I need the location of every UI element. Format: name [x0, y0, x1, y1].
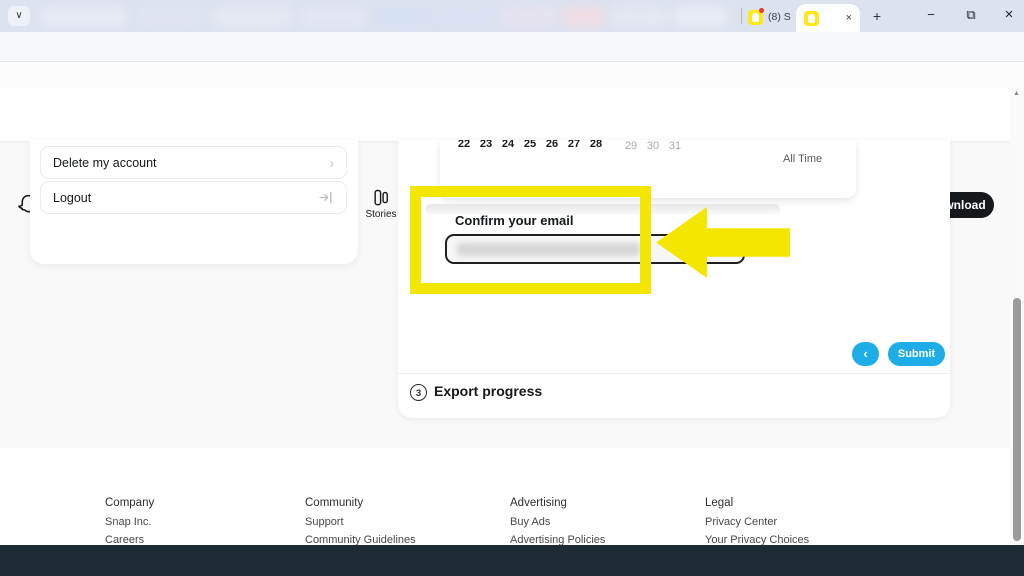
footer-link[interactable]: Snap Inc. [105, 516, 154, 528]
calendar-day[interactable]: 28 [585, 140, 607, 150]
calendar-day[interactable]: 26 [541, 140, 563, 150]
delete-account-item[interactable]: Delete my account › [40, 146, 347, 179]
delete-account-label: Delete my account [53, 155, 157, 170]
browser-toolbar: ← → ↻ accounts.snapchat.com/v2/download-… [0, 32, 1024, 90]
blurred-tab[interactable] [440, 7, 494, 27]
browser-tabstrip: ∨ (8) S × + − ⧉ × [0, 0, 1024, 32]
section-divider [398, 373, 950, 374]
tab-active-snapchat[interactable]: × [796, 4, 860, 32]
tab-title: (8) S [768, 11, 791, 23]
plus-icon: + [872, 8, 882, 24]
footer-column-legal: Legal Privacy Center Your Privacy Choice… [705, 497, 809, 552]
footer-column-company: Company Snap Inc. Careers [105, 497, 154, 552]
minimize-icon: − [927, 7, 935, 22]
calendar-day[interactable]: 27 [563, 140, 585, 150]
blurred-tab[interactable] [610, 7, 668, 27]
close-tab-icon[interactable]: × [846, 12, 852, 24]
page-scrollbar: ▲ [1010, 88, 1024, 545]
blurred-tab[interactable] [213, 7, 293, 27]
blurred-tab[interactable] [500, 7, 558, 27]
snapchat-favicon [804, 10, 819, 26]
notification-dot [759, 7, 764, 13]
footer-heading: Legal [705, 497, 734, 509]
scrollbar-thumb[interactable] [1013, 298, 1021, 541]
blurred-tab[interactable] [134, 7, 204, 27]
close-icon: × [1004, 6, 1014, 23]
logout-label: Logout [53, 190, 92, 205]
logout-item[interactable]: Logout [40, 181, 347, 214]
footer-link[interactable]: Support [305, 516, 416, 528]
windows-taskbar: 4 ∧ ENG 05:02 PM 18-03-2026 [0, 545, 1024, 576]
calendar-day[interactable]: 23 [475, 140, 497, 150]
restore-icon: ⧉ [966, 7, 976, 22]
site-header: Stories Spotlight NEW Chat Lenses [0, 88, 1024, 220]
footer-heading: Advertising [510, 497, 567, 509]
calendar-day[interactable]: 24 [497, 140, 519, 150]
blurred-tab[interactable] [375, 7, 433, 27]
window-restore-button[interactable]: ⧉ [952, 0, 990, 30]
chevron-down-icon: ∨ [15, 10, 23, 21]
blurred-tab[interactable] [673, 7, 728, 27]
chevron-left-icon: ‹ [863, 346, 868, 361]
new-tab-button[interactable]: + [866, 5, 888, 27]
step-number-badge: 3 [410, 384, 427, 401]
tab-divider [741, 8, 742, 24]
calendar-day[interactable]: 31 [664, 140, 686, 152]
tab-search-button[interactable]: ∨ [8, 6, 30, 26]
export-progress-header[interactable]: Export progress [434, 383, 542, 399]
calendar-day[interactable]: 29 [620, 140, 642, 152]
footer-link[interactable]: Buy Ads [510, 516, 605, 528]
calendar-days-muted: 29 30 31 [620, 140, 686, 152]
footer-column-community: Community Support Community Guidelines [305, 497, 416, 552]
calendar-days-active: 22 23 24 25 26 27 28 [453, 140, 607, 150]
screen: ∨ (8) S × + − ⧉ × ← → ↻ [0, 0, 1024, 576]
snapchat-favicon [748, 7, 764, 25]
scroll-up-icon[interactable]: ▲ [1013, 90, 1020, 97]
chevron-right-icon: › [329, 154, 334, 171]
calendar-day[interactable]: 25 [519, 140, 541, 150]
stories-icon [374, 189, 388, 206]
annotation-highlight-box [410, 186, 651, 294]
calendar-day[interactable]: 30 [642, 140, 664, 152]
submit-button[interactable]: Submit [888, 342, 945, 366]
footer-column-advertising: Advertising Buy Ads Advertising Policies [510, 497, 605, 552]
blurred-tab[interactable] [563, 7, 605, 27]
account-menu-card: Delete my account › Logout [30, 140, 358, 264]
footer-heading: Company [105, 497, 155, 509]
blurred-tab[interactable] [300, 7, 368, 27]
all-time-option[interactable]: All Time [783, 153, 822, 165]
back-step-button[interactable]: ‹ [852, 342, 879, 366]
footer-link[interactable]: Privacy Center [705, 516, 809, 528]
window-close-button[interactable]: × [990, 0, 1024, 30]
window-minimize-button[interactable]: − [912, 0, 950, 30]
logout-icon [319, 191, 332, 204]
blurred-tab[interactable] [40, 7, 128, 27]
calendar-day[interactable]: 22 [453, 140, 475, 150]
footer-heading: Community [305, 497, 364, 509]
bookmarks-bar: All Bookmarks [0, 62, 1024, 143]
